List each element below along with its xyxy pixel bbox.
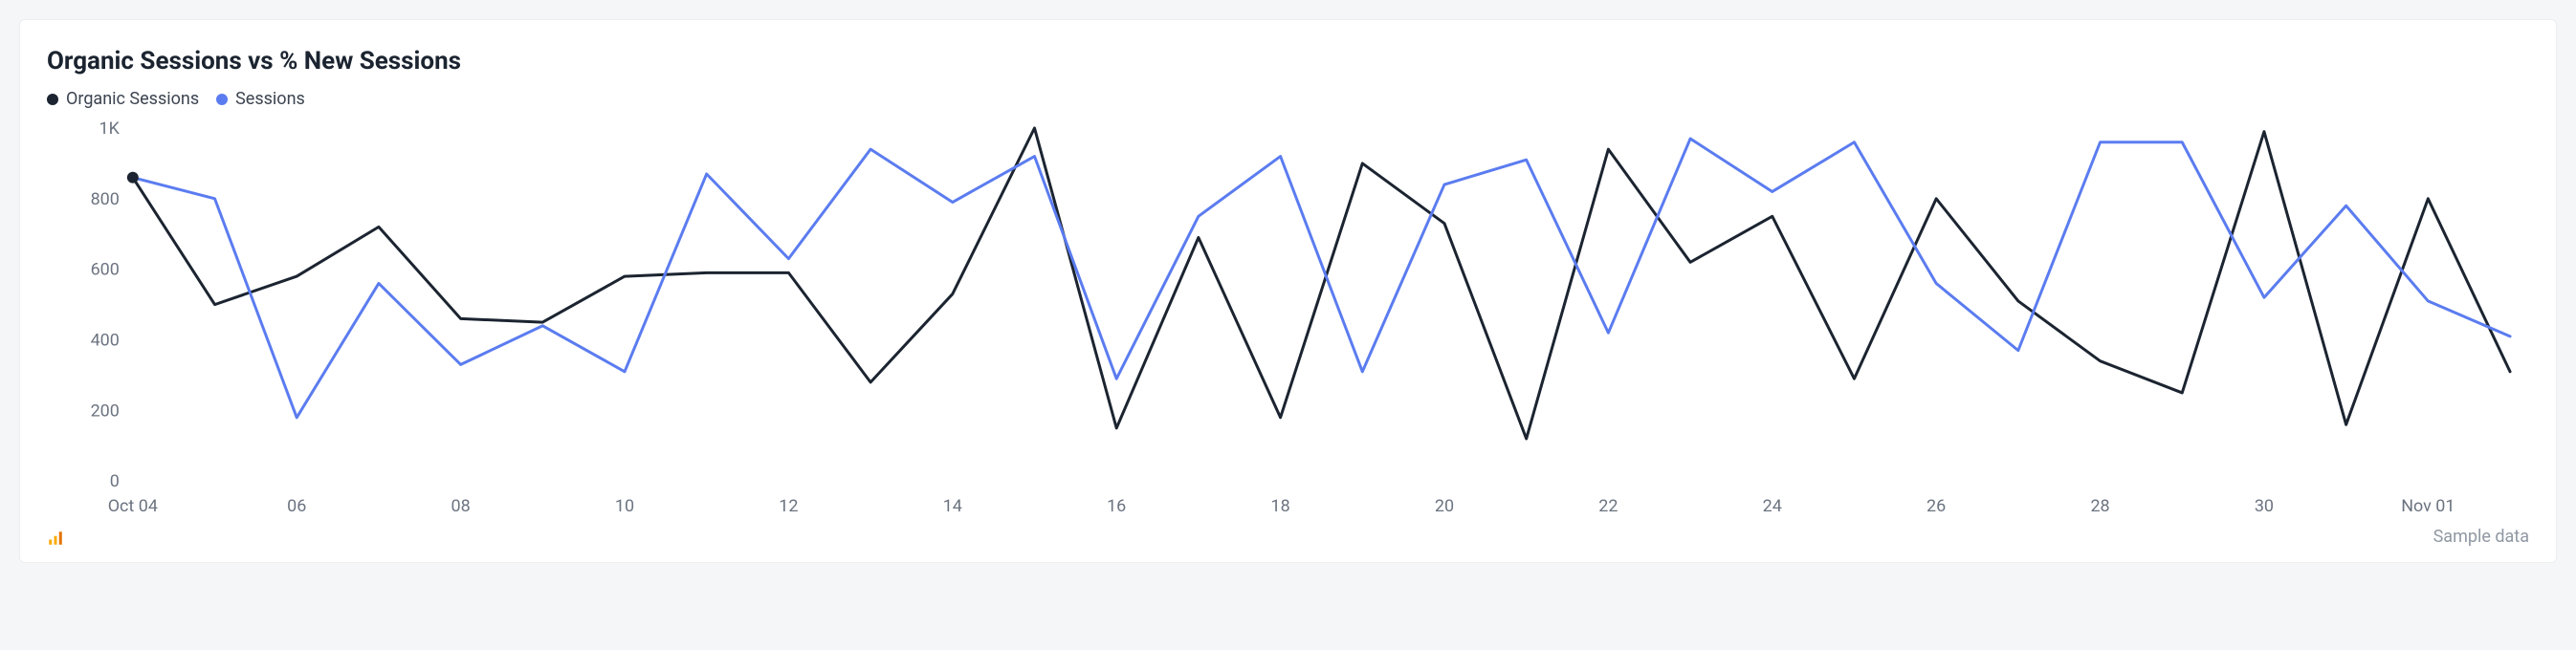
y-tick-label: 1K [99, 119, 120, 139]
x-tick-label: 26 [1926, 496, 1946, 516]
x-tick-label: 14 [943, 496, 962, 516]
y-tick-label: 600 [91, 260, 120, 280]
y-tick-label: 400 [91, 331, 120, 351]
series-line [133, 128, 2510, 439]
legend-item: Organic Sessions [47, 89, 199, 109]
x-tick-label: 20 [1435, 496, 1454, 516]
chart-card: Organic Sessions vs % New Sessions Organ… [19, 19, 2557, 563]
y-tick-label: 200 [91, 401, 120, 421]
legend-label: Sessions [235, 89, 305, 109]
x-tick-label: Oct 04 [108, 496, 158, 516]
x-tick-label: 18 [1270, 496, 1289, 516]
series-point [127, 172, 139, 184]
x-tick-label: Nov 01 [2401, 496, 2455, 516]
x-tick-label: 12 [779, 496, 798, 516]
x-tick-label: 24 [1763, 496, 1782, 516]
x-tick-label: 22 [1598, 496, 1618, 516]
chart-legend: Organic Sessions Sessions [47, 89, 2529, 109]
chart-title: Organic Sessions vs % New Sessions [47, 47, 2529, 76]
y-tick-label: 800 [91, 189, 120, 209]
series-line [133, 139, 2510, 418]
y-tick-label: 0 [110, 471, 120, 491]
x-tick-label: 10 [615, 496, 634, 516]
legend-item: Sessions [216, 89, 305, 109]
x-tick-label: 16 [1107, 496, 1126, 516]
line-chart-svg: 0 200 400 600 800 1K Oct 04 06 08 10 12 14 16 18 20 22 2… [47, 119, 2529, 519]
chart-plot-area: 0 200 400 600 800 1K Oct 04 06 08 10 12 14 16 18 20 22 2… [47, 119, 2529, 519]
analytics-icon [47, 530, 64, 547]
chart-footer: Sample data [47, 527, 2529, 547]
legend-swatch [216, 94, 228, 105]
x-tick-label: 08 [451, 496, 471, 516]
x-tick-label: 30 [2255, 496, 2274, 516]
x-tick-label: 06 [287, 496, 306, 516]
legend-swatch [47, 94, 58, 105]
legend-label: Organic Sessions [66, 89, 199, 109]
sample-data-label: Sample data [2433, 527, 2529, 547]
x-tick-label: 28 [2090, 496, 2109, 516]
